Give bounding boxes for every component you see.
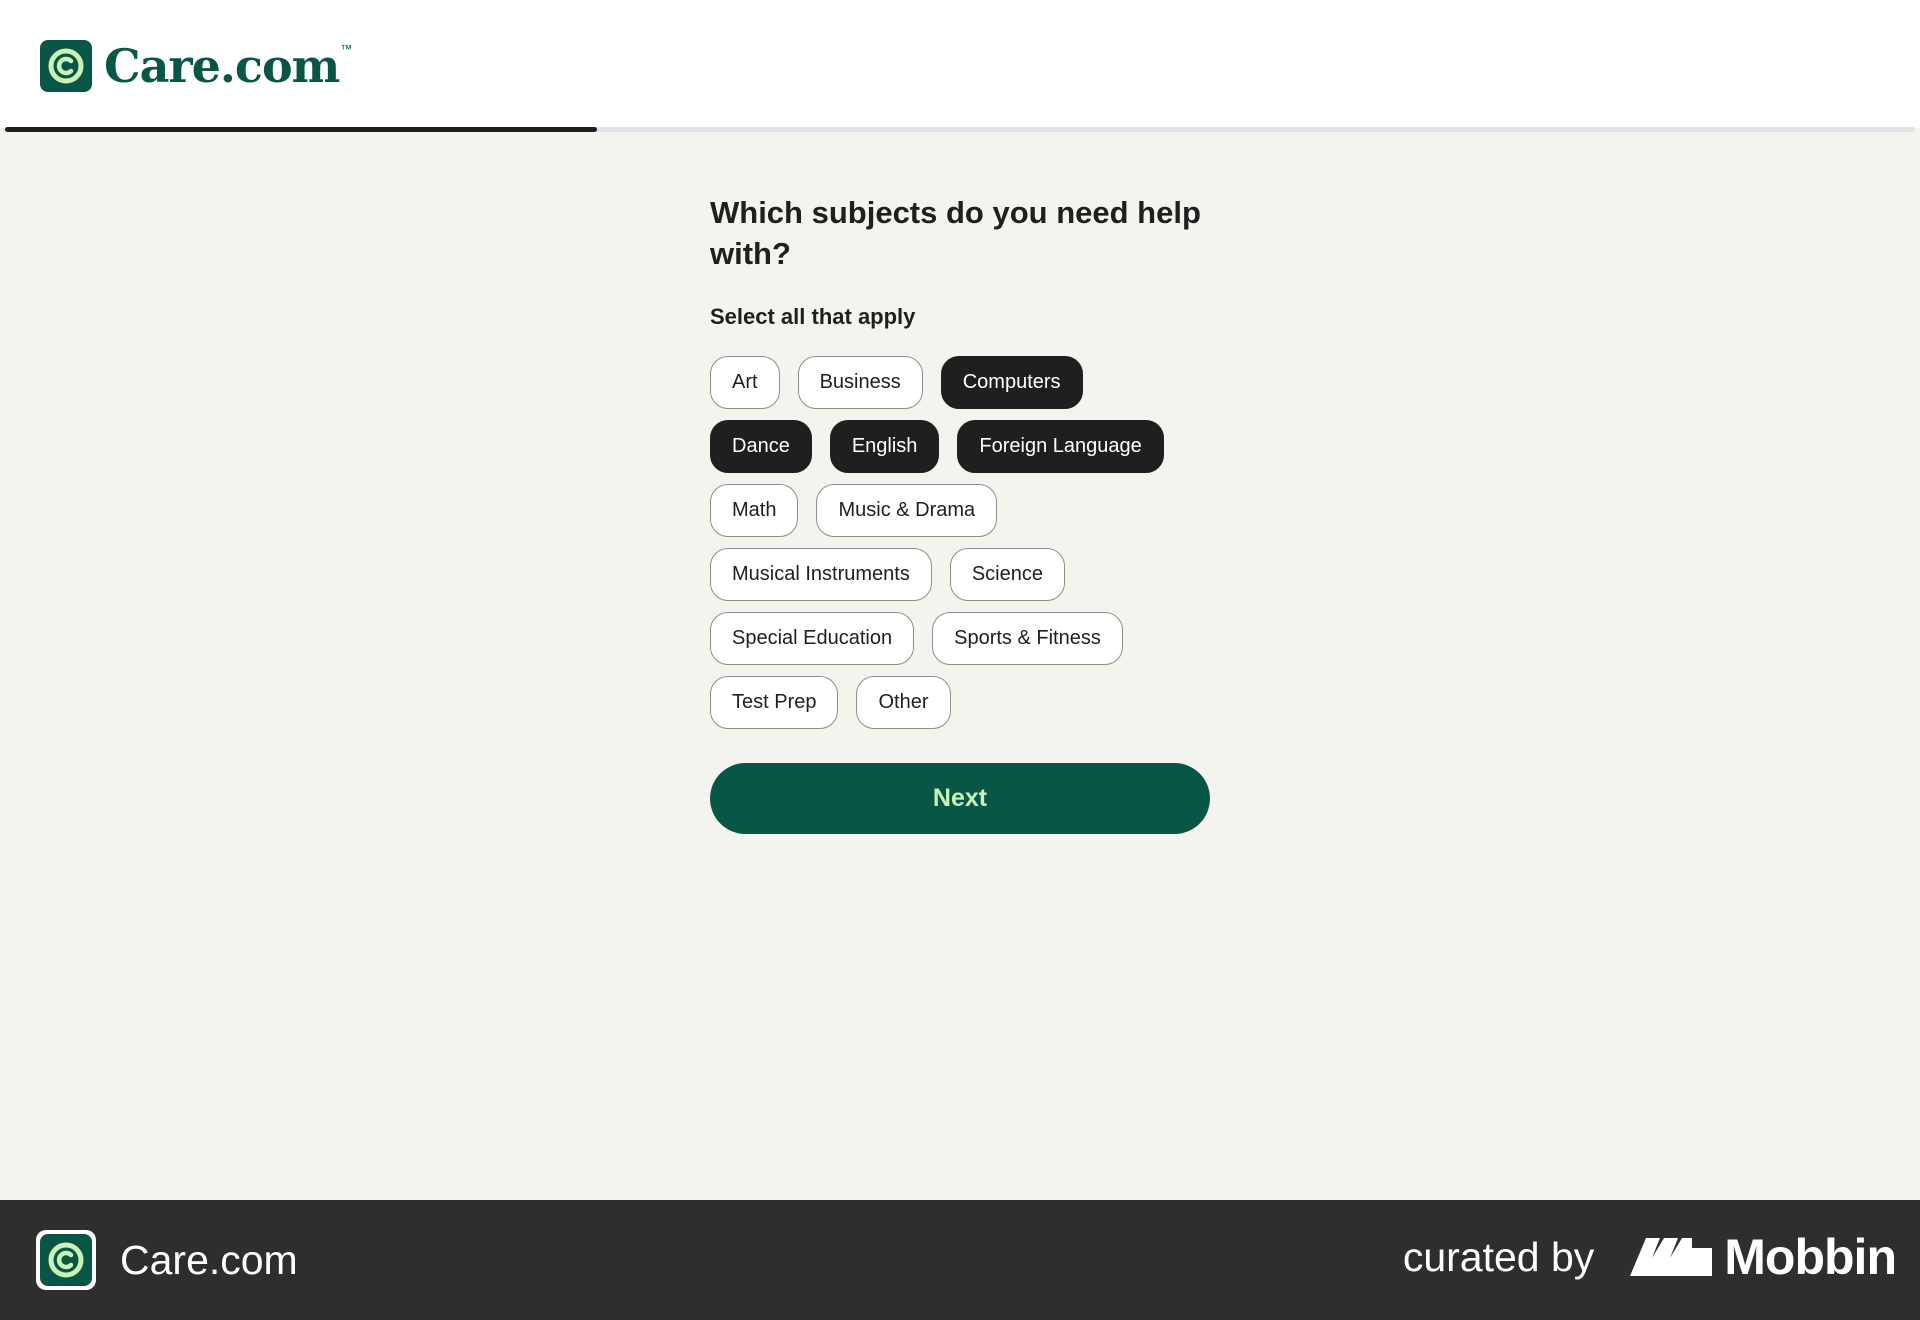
chip-row: Special Education Sports & Fitness [710,612,1230,665]
subject-chip-test-prep[interactable]: Test Prep [710,676,839,729]
subject-chip-musical-instruments[interactable]: Musical Instruments [710,548,932,601]
progress-bar-fill [5,127,598,132]
subject-chip-dance[interactable]: Dance [710,420,812,473]
mobbin-footer: Care.com curated by Mobbin [0,1200,1920,1320]
care-app-icon [36,1230,96,1290]
footer-app-name: Care.com [120,1236,298,1283]
curated-by-text: curated by [1402,1233,1595,1280]
subject-chip-music-drama[interactable]: Music & Drama [816,484,998,537]
subject-chip-other[interactable]: Other [856,676,951,729]
subject-chip-group: Art Business Computers Dance English For… [710,356,1230,729]
care-logo[interactable]: Care.com™ [40,39,352,93]
app-header: Care.com™ [0,0,1920,128]
subject-chip-math[interactable]: Math [710,484,799,537]
subject-chip-business[interactable]: Business [797,356,923,409]
subject-chip-computers[interactable]: Computers [940,356,1083,409]
chip-row: Musical Instruments Science [710,548,1230,601]
footer-app-info: Care.com [36,1230,298,1290]
curated-by: curated by Mobbin [1402,1228,1897,1286]
care-logo-icon [40,40,92,92]
subject-chip-special-education[interactable]: Special Education [710,612,915,665]
chip-row: Test Prep Other [710,676,1230,729]
subject-chip-art[interactable]: Art [710,356,780,409]
question-panel: Which subjects do you need help with? Se… [710,192,1230,834]
subject-chip-science[interactable]: Science [949,548,1065,601]
mobbin-logo: Mobbin [1630,1228,1897,1286]
mobbin-logo-icon [1630,1238,1713,1276]
chip-row: Math Music & Drama [710,484,1230,537]
chip-row: Dance English Foreign Language [710,420,1230,473]
subject-chip-foreign-language[interactable]: Foreign Language [957,420,1164,473]
question-title: Which subjects do you need help with? [710,195,1201,271]
mobbin-logo-text: Mobbin [1724,1229,1897,1285]
subject-chip-sports-fitness[interactable]: Sports & Fitness [932,612,1123,665]
question-subtitle: Select all that apply [710,304,916,329]
next-button[interactable]: Next [710,763,1210,834]
care-logo-text: Care.com™ [104,39,352,93]
care-app-icon-mark [40,1234,92,1286]
subject-chip-english[interactable]: English [829,420,940,473]
chip-row: Art Business Computers [710,356,1230,409]
progress-bar [5,127,1915,132]
